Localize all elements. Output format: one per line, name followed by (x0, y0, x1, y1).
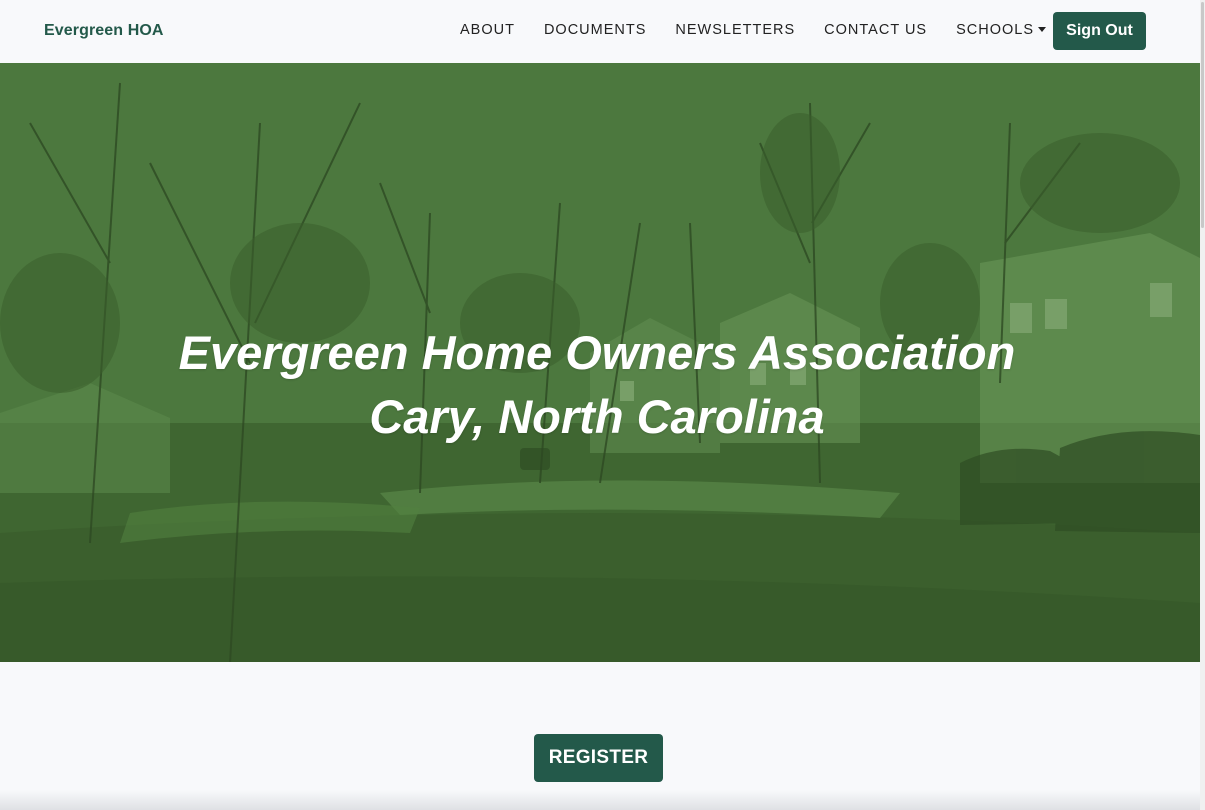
top-navbar: Evergreen HOA ABOUT DOCUMENTS NEWSLETTER… (0, 0, 1200, 63)
scrollbar-thumb[interactable] (1201, 2, 1204, 228)
nav-item-contact-us[interactable]: CONTACT US (824, 22, 927, 38)
hero-banner: Evergreen Home Owners Association Cary, … (0, 63, 1200, 662)
brand-logo-link[interactable]: Evergreen HOA (44, 22, 164, 40)
bottom-shadow (0, 790, 1200, 810)
nav-menu: ABOUT DOCUMENTS NEWSLETTERS CONTACT US S… (460, 22, 1075, 38)
nav-item-schools-dropdown[interactable]: SCHOOLS (956, 22, 1047, 38)
caret-down-icon (1038, 26, 1047, 32)
sign-out-button[interactable]: Sign Out (1053, 12, 1146, 50)
nav-item-schools-label: SCHOOLS (956, 22, 1035, 38)
nav-item-newsletters[interactable]: NEWSLETTERS (675, 22, 795, 38)
hero-title-line-1: Evergreen Home Owners Association (178, 326, 1016, 379)
nav-item-about[interactable]: ABOUT (460, 22, 515, 38)
register-button[interactable]: REGISTER (534, 734, 663, 782)
hero-title-line-2: Cary, North Carolina (369, 390, 825, 443)
nav-item-documents[interactable]: DOCUMENTS (544, 22, 646, 38)
